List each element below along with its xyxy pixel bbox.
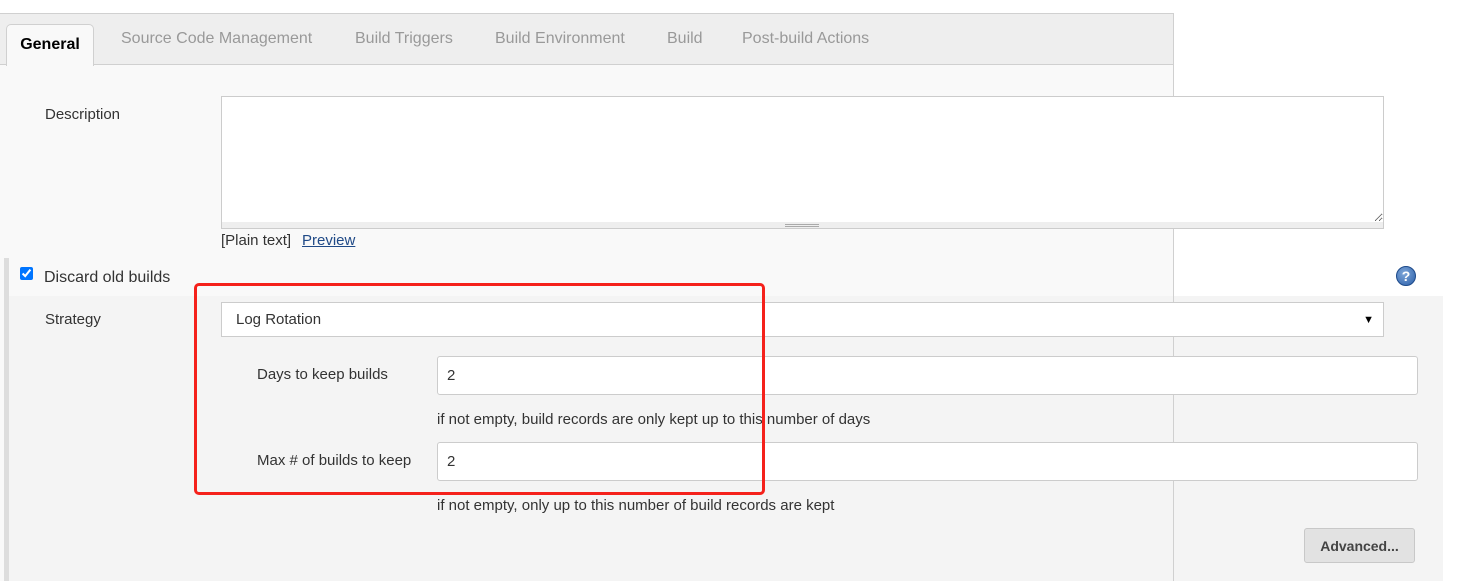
divider [1173,296,1174,581]
strategy-label: Strategy [45,311,101,328]
tab-source-code-management[interactable]: Source Code Management [121,30,312,48]
section-indent-bar [4,258,9,581]
format-text: [Plain text] [221,232,292,249]
tab-build-environment[interactable]: Build Environment [495,30,625,48]
tab-general[interactable]: General [6,24,94,66]
tab-build-triggers[interactable]: Build Triggers [355,30,453,48]
max-builds-hint: if not empty, only up to this number of … [437,497,835,514]
chevron-down-icon: ▼ [1363,314,1374,326]
description-textarea[interactable] [221,96,1384,223]
highlight-annotation [194,283,765,495]
help-icon[interactable]: ? [1396,266,1416,286]
tab-build[interactable]: Build [667,30,703,48]
preview-link[interactable]: Preview [302,232,355,249]
tab-post-build-actions[interactable]: Post-build Actions [742,30,869,48]
advanced-button[interactable]: Advanced... [1304,528,1415,563]
description-label: Description [45,106,121,123]
discard-old-builds-label: Discard old builds [44,269,171,286]
resize-grip-icon[interactable] [785,224,819,227]
discard-old-builds-checkbox[interactable] [20,267,33,280]
